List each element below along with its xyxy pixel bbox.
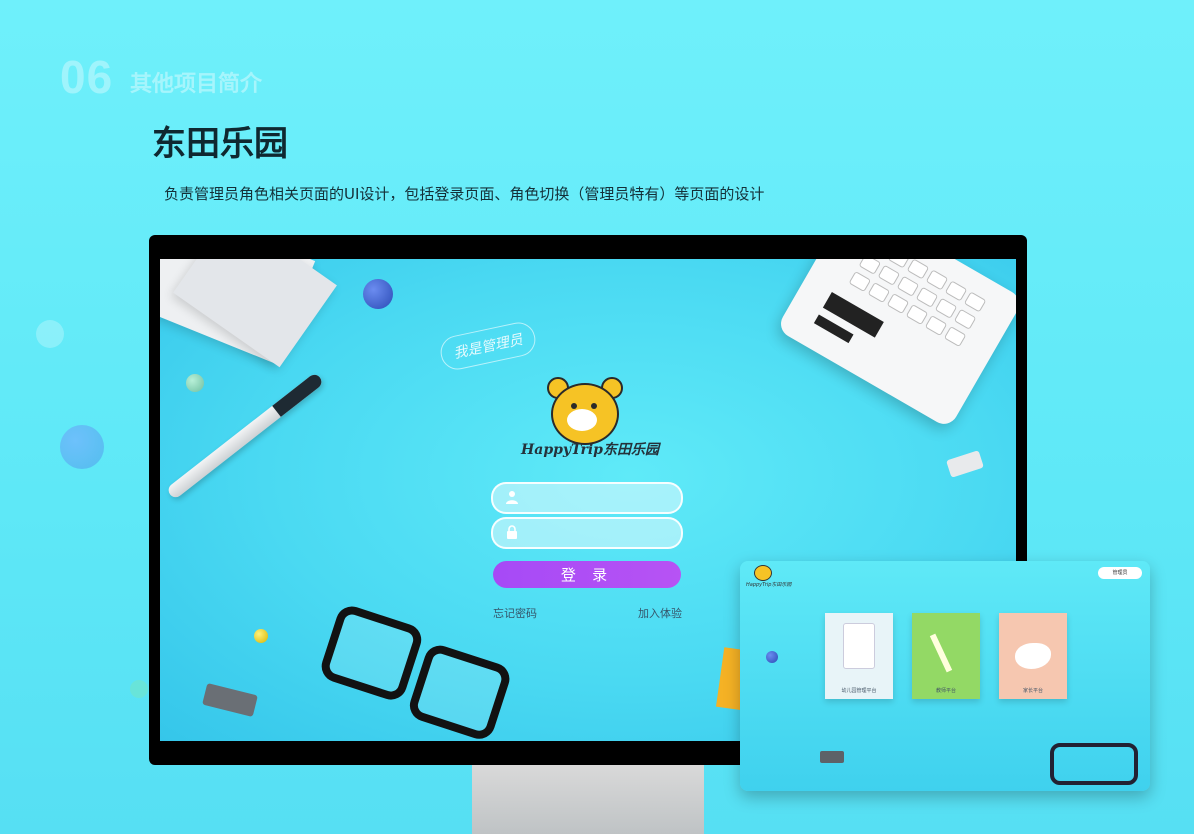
- monitor-stand: [472, 765, 704, 834]
- binder-clip: [946, 450, 984, 478]
- bear-logo-icon: [545, 377, 623, 445]
- forgot-password-link[interactable]: 忘记密码: [493, 605, 537, 621]
- ball-decoration: [186, 374, 204, 392]
- tile-label: 家长平台: [1022, 688, 1043, 694]
- calculator-icon: [843, 623, 875, 669]
- glasses-decoration: [308, 602, 523, 741]
- username-field[interactable]: [491, 482, 683, 514]
- section-title: 其他项目简介: [130, 72, 263, 97]
- handwritten-note: 我是管理员: [437, 319, 539, 373]
- login-button[interactable]: 登 录: [493, 561, 681, 588]
- role-switch-preview: HappyTrip东田乐园 管理员 幼儿园管理平台 教师平台 家长平台: [740, 561, 1150, 791]
- mini-brand: HappyTrip东田乐园: [746, 582, 792, 588]
- pen-decoration: [165, 371, 325, 501]
- calculator-decoration: [775, 259, 1016, 429]
- decor-bubble: [130, 680, 148, 698]
- tile-label: 教师平台: [935, 688, 956, 694]
- chalk-icon: [929, 633, 953, 673]
- password-input[interactable]: [527, 521, 671, 545]
- mini-glasses-decoration: [1050, 743, 1138, 785]
- user-menu[interactable]: 管理员: [1098, 567, 1142, 579]
- user-icon: [506, 491, 518, 504]
- password-field[interactable]: [491, 517, 683, 549]
- tile-admin-platform[interactable]: 幼儿园管理平台: [825, 613, 893, 699]
- project-title: 东田乐园: [152, 124, 288, 164]
- join-trial-link[interactable]: 加入体验: [638, 605, 682, 621]
- project-description: 负责管理员角色相关页面的UI设计，包括登录页面、角色切换（管理员特有）等页面的设…: [164, 185, 765, 203]
- username-input[interactable]: [527, 486, 671, 510]
- lock-icon: [507, 525, 517, 539]
- ball-decoration: [766, 651, 778, 663]
- mini-bear-logo-icon: [754, 565, 772, 581]
- tile-teacher-platform[interactable]: 教师平台: [912, 613, 980, 699]
- milk-splash-icon: [1015, 643, 1051, 669]
- tile-parent-platform[interactable]: 家长平台: [999, 613, 1067, 699]
- decor-bubble: [36, 320, 64, 348]
- ball-decoration: [254, 629, 268, 643]
- binder-clip: [202, 683, 258, 717]
- decor-bubble: [60, 425, 104, 469]
- section-number: 06: [60, 51, 114, 103]
- tile-label: 幼儿园管理平台: [841, 688, 877, 694]
- brand-name: HappyTrip东田乐园: [521, 442, 659, 458]
- mini-clip-decoration: [820, 751, 844, 763]
- gem-decoration: [363, 279, 393, 309]
